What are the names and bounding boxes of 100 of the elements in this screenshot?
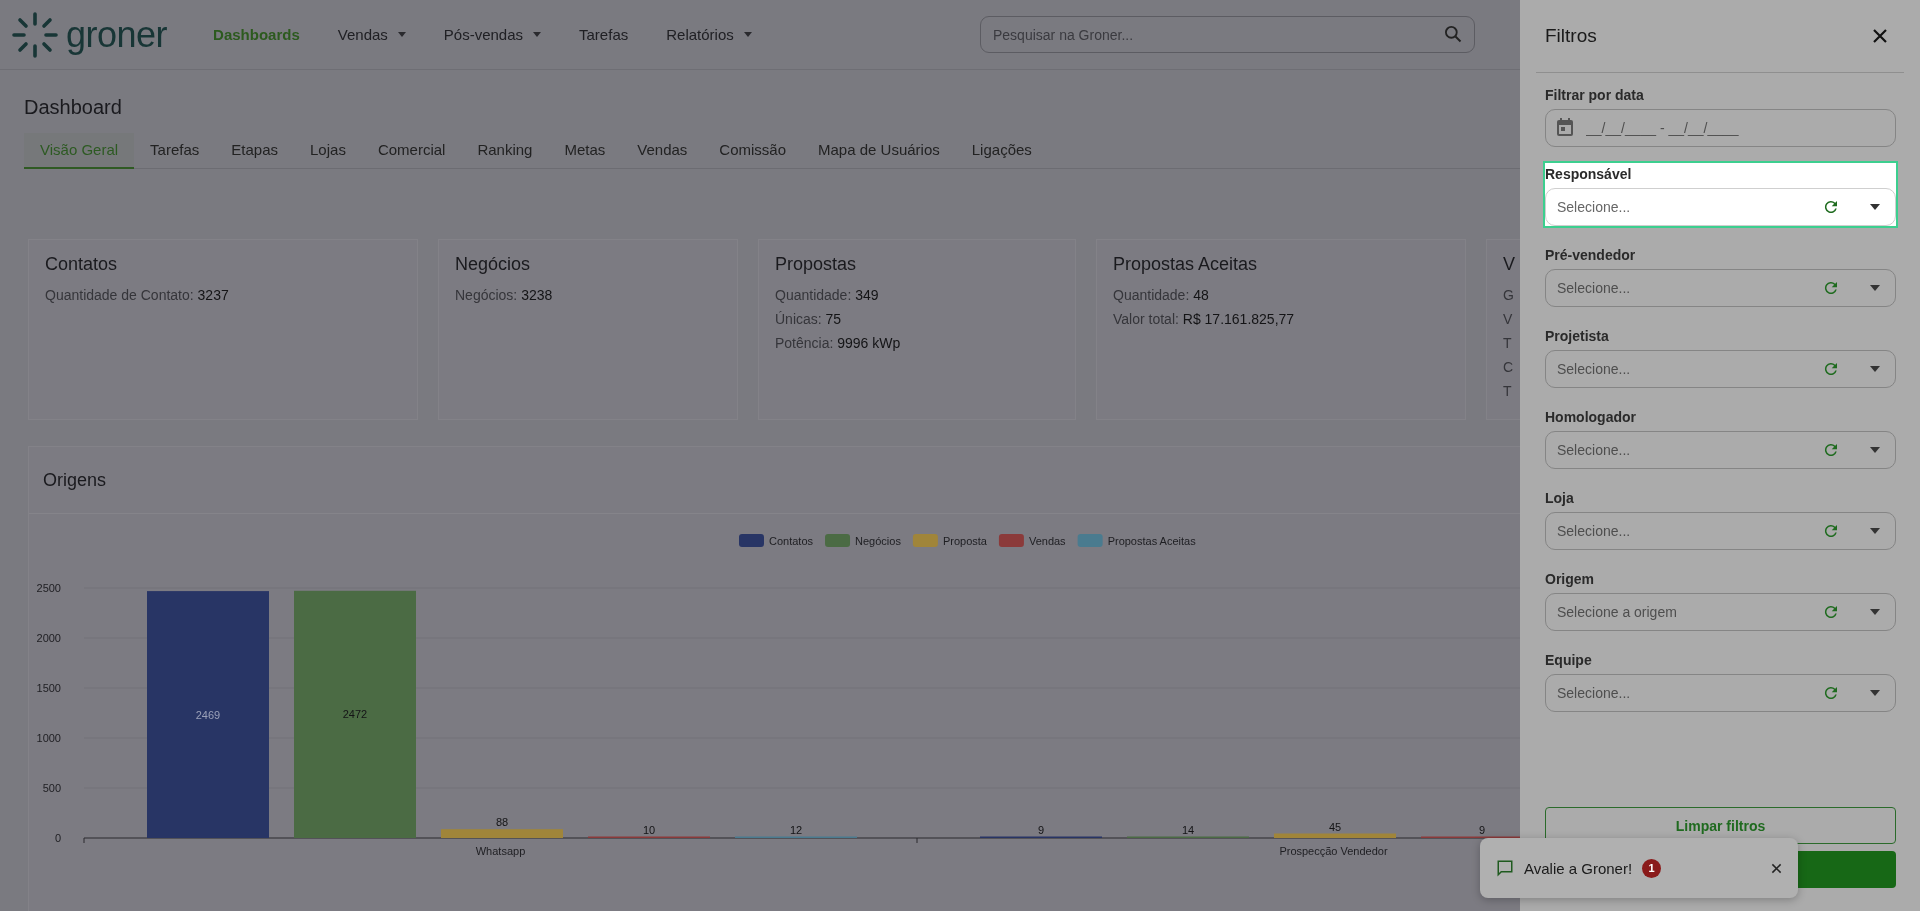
category-label: Prospecção Vendedor [1279,845,1388,857]
stat-text: G [1503,287,1515,303]
axis-tick-label: 1500 [36,682,61,694]
stat-text: T [1503,335,1513,351]
caret-icon [1870,366,1880,372]
toast-message[interactable]: Avalie a Groner! [1524,859,1633,877]
bar-value-label: 45 [1328,820,1342,833]
select-field[interactable]: Selecione... [1545,350,1896,388]
tab[interactable]: Comercial [361,133,462,169]
tab[interactable]: Lojas [294,133,362,169]
legend-swatch[interactable] [912,534,938,547]
notification-badge: 1 [1642,858,1662,878]
refresh-icon[interactable] [1822,198,1840,216]
caret-icon [1870,204,1880,210]
nav-menu-item[interactable]: Relatórios [652,20,766,49]
refresh-icon[interactable] [1822,522,1840,540]
stat-text: Quantidade: 48 [1113,287,1210,303]
stat-text: Quantidade: 349 [775,287,880,303]
legend-swatch[interactable] [998,534,1024,547]
date-range-field[interactable]: __/__/____ - __/__/____ [1545,109,1896,147]
select-field[interactable]: Selecione... [1545,188,1896,226]
brand-logo-text: groner [66,13,168,56]
nav-menu-item[interactable]: Pós-vendas [429,20,556,49]
bar-value-label: 2472 [342,708,368,721]
tab[interactable]: Ranking [461,133,549,169]
stat-text: Negócios: 3238 [455,287,554,303]
search-field[interactable]: Pesquisar na Groner... [980,16,1475,53]
panel-title: Filtros [1545,25,1597,47]
field-label: Pré-vendedor [1545,247,1637,263]
caret-icon [1870,690,1880,696]
card-title: Contatos [45,254,119,275]
bar-value-label: 10 [642,823,656,836]
card-title: Negócios [455,254,532,275]
search-icon[interactable] [1443,24,1463,44]
axis-tick-label: 0 [54,832,61,844]
select-field[interactable]: Selecione... [1545,674,1896,712]
tab[interactable]: Etapas [215,133,294,169]
tab[interactable]: Comissão [703,133,803,169]
caret-icon [1870,447,1880,453]
stat-text: Únicas: 75 [775,311,843,327]
refresh-icon[interactable] [1822,441,1840,459]
bar-value-label: 9 [1037,823,1045,836]
bar-value-label: 14 [1181,823,1195,836]
card-title: V [1503,254,1516,275]
legend-label[interactable]: Contatos [769,535,814,547]
tab[interactable]: Ligações [955,133,1048,169]
field-label: Origem [1545,571,1595,587]
refresh-icon[interactable] [1822,279,1840,297]
axis-tick-label: 500 [42,782,61,794]
field-label: Responsável [1545,166,1633,182]
axis-tick-label: 1000 [36,732,61,744]
legend-swatch[interactable] [1077,534,1103,547]
close-icon [1771,862,1782,874]
tab[interactable]: Tarefas [134,133,216,169]
stat-text: C [1503,359,1515,375]
caret-icon [1870,528,1880,534]
select-field[interactable]: Selecione... [1545,512,1896,550]
field-label: Loja [1545,490,1575,506]
bar-value-label: 2469 [195,708,221,721]
field-label: Equipe [1545,652,1593,668]
refresh-icon[interactable] [1822,684,1840,702]
bar-value-label: 9 [1478,823,1486,836]
select-field[interactable]: Selecione... [1545,431,1896,469]
legend-label[interactable]: Propostas Aceitas [1107,535,1196,547]
select-field[interactable]: Selecione... [1545,269,1896,307]
stat-text: T [1503,383,1513,399]
select-field[interactable]: Selecione a origem [1545,593,1896,631]
bar-value-label: 88 [495,816,509,829]
stat-text: V [1503,311,1514,327]
close-button[interactable] [1771,862,1782,874]
legend-label[interactable]: Vendas [1028,535,1066,547]
page-title: Dashboard [24,96,123,119]
bar-value-label: 12 [789,823,803,836]
legend-swatch[interactable] [825,534,851,547]
logo-icon [12,11,58,58]
card-title: Propostas [775,254,858,275]
nav-menu-item[interactable]: Tarefas [565,20,643,49]
refresh-icon[interactable] [1822,360,1840,378]
category-label: Whatsapp [475,845,526,857]
nav-menu-item[interactable]: Vendas [323,20,420,49]
axis-tick-label: 2500 [36,582,61,594]
legend-swatch[interactable] [739,534,764,547]
stat-text: Valor total: R$ 17.161.825,77 [1113,311,1296,327]
axis-tick-label: 2000 [36,632,61,644]
stat-text: Quantidade de Contato: 3237 [45,287,230,303]
field-label: Projetista [1545,328,1610,344]
card-title: Origens [43,469,107,491]
tab[interactable]: Mapa de Usuários [802,133,956,169]
legend-label[interactable]: Proposta [942,535,987,547]
refresh-icon[interactable] [1822,603,1840,621]
caret-icon [1870,609,1880,615]
field-label: Homologador [1545,409,1637,425]
close-button[interactable] [1872,28,1888,44]
tab[interactable]: Metas [548,133,622,169]
stat-text: Potência: 9996 kWp [775,335,902,351]
card-title: Propostas Aceitas [1113,254,1259,275]
legend-label[interactable]: Negócios [855,535,901,547]
tab[interactable]: Vendas [621,133,704,169]
field-label: Filtrar por data [1545,87,1645,103]
chat-icon [1496,859,1514,877]
